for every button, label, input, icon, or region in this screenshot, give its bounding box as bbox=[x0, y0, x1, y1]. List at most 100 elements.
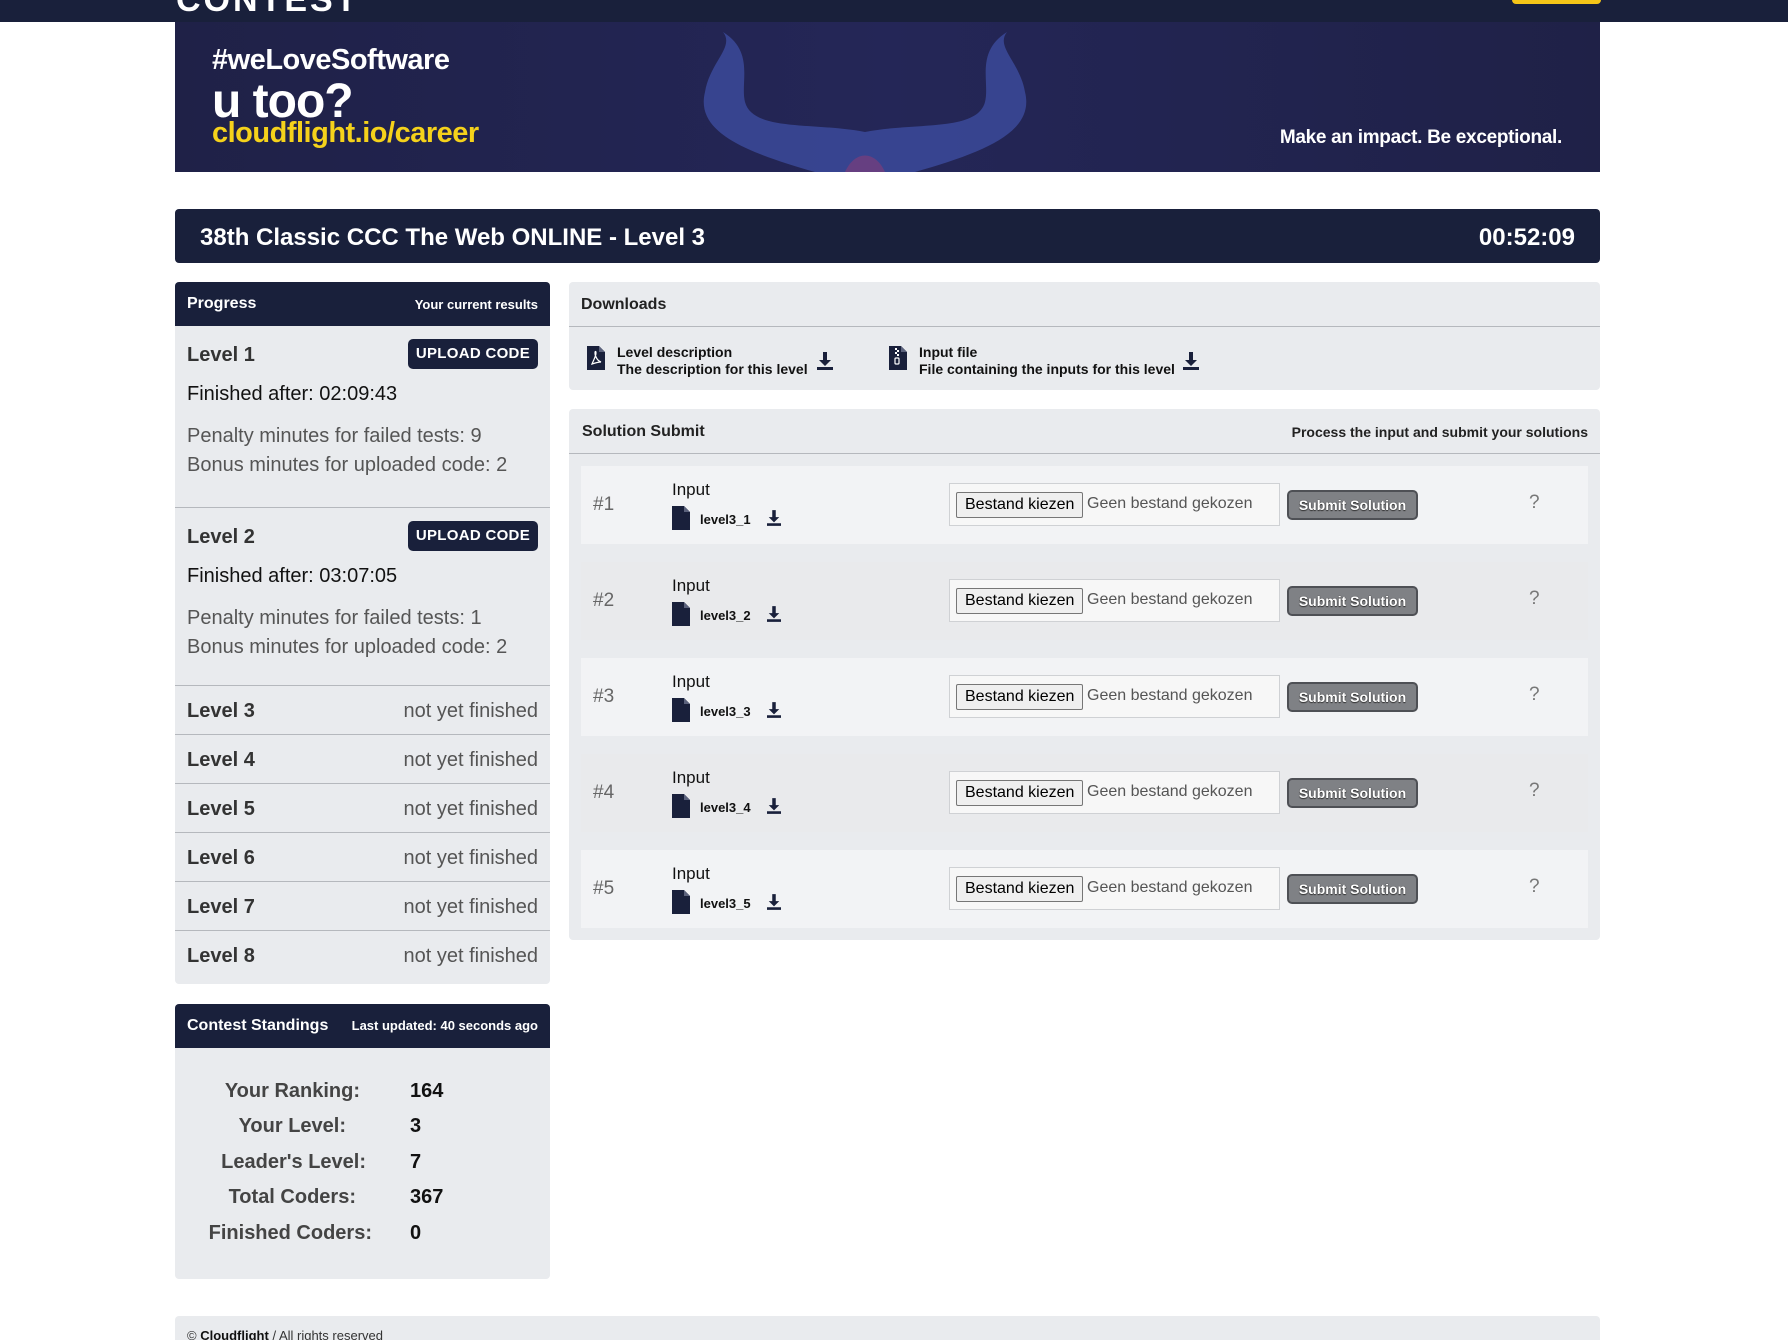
download-icon[interactable] bbox=[767, 894, 781, 915]
downloads-panel: Downloads Level description The descript… bbox=[569, 282, 1600, 390]
download-subtitle: File containing the inputs for this leve… bbox=[919, 361, 1175, 377]
download-subtitle: The description for this level bbox=[617, 361, 808, 377]
penalty-minutes: Penalty minutes for failed tests: 1 bbox=[187, 607, 482, 629]
file-icon bbox=[672, 698, 690, 727]
download-icon[interactable] bbox=[817, 352, 833, 370]
input-file-link[interactable]: level3_2 bbox=[700, 608, 751, 623]
download-title: Level description bbox=[617, 344, 733, 360]
file-icon bbox=[672, 794, 690, 823]
submission-row: #5 Input level3_5 Bestand kiezen Geen bestan… bbox=[581, 850, 1588, 928]
footer-text: © Cloudflight / All rights reserved bbox=[187, 1328, 383, 1340]
standings-value: 7 bbox=[410, 1151, 422, 1173]
navbar-yellow-button[interactable] bbox=[1512, 0, 1601, 4]
level-name: Level 2 bbox=[187, 526, 255, 548]
submit-solution-button[interactable]: Submit Solution bbox=[1287, 778, 1418, 808]
download-icon[interactable] bbox=[1183, 352, 1199, 370]
download-icon[interactable] bbox=[767, 702, 781, 723]
standings-row-total: Total Coders: 367 bbox=[175, 1186, 550, 1216]
input-file-download[interactable]: Input file File containing the inputs fo… bbox=[889, 344, 1209, 378]
no-file-chosen-text: Geen bestand gekozen bbox=[1087, 687, 1253, 704]
help-icon[interactable]: ? bbox=[1529, 780, 1540, 802]
level-name: Level 8 bbox=[187, 945, 255, 967]
finished-time: Finished after: 02:09:43 bbox=[187, 383, 398, 405]
file-upload-field: Bestand kiezen Geen bestand gekozen bbox=[949, 483, 1280, 526]
download-icon[interactable] bbox=[767, 510, 781, 531]
upload-code-button[interactable]: UPLOAD CODE bbox=[407, 521, 538, 551]
choose-file-button[interactable]: Bestand kiezen bbox=[956, 780, 1084, 806]
submission-row: #2 Input level3_2 Bestand kiezen Geen bestan… bbox=[581, 562, 1588, 640]
submission-row: #1 Input level3_1 Bestand kiezen Geen bestan… bbox=[581, 466, 1588, 544]
standings-label: Leader's Level: bbox=[221, 1151, 366, 1173]
level-item-2: Level 2 UPLOAD CODE Finished after: 03:0… bbox=[175, 508, 550, 686]
bonus-minutes: Bonus minutes for uploaded code: 2 bbox=[187, 636, 508, 658]
banner-hashtag: #weLoveSoftware bbox=[212, 44, 450, 76]
standings-row-finished: Finished Coders: 0 bbox=[175, 1222, 550, 1252]
level-name: Level 5 bbox=[187, 798, 255, 820]
company-link[interactable]: Cloudflight bbox=[200, 1328, 269, 1340]
choose-file-button[interactable]: Bestand kiezen bbox=[956, 684, 1084, 710]
standings-header: Contest Standings Last updated: 40 secon… bbox=[175, 1004, 550, 1048]
download-icon[interactable] bbox=[767, 798, 781, 819]
level-status: not yet finished bbox=[403, 847, 538, 869]
level-item-4: Level 4 not yet finished bbox=[175, 735, 550, 784]
progress-header: Progress Your current results bbox=[175, 282, 550, 326]
input-file-link[interactable]: level3_1 bbox=[700, 512, 751, 527]
level-item-5: Level 5 not yet finished bbox=[175, 784, 550, 833]
level-item-3: Level 3 not yet finished bbox=[175, 686, 550, 735]
submission-number: #4 bbox=[593, 782, 615, 803]
file-upload-field: Bestand kiezen Geen bestand gekozen bbox=[949, 771, 1280, 814]
level-name: Level 1 bbox=[187, 344, 255, 366]
career-banner[interactable]: #weLoveSoftware u too? cloudflight.io/ca… bbox=[175, 22, 1600, 172]
level-description-download[interactable]: Level description The description for th… bbox=[587, 344, 833, 378]
download-icon[interactable] bbox=[767, 606, 781, 627]
input-file-link[interactable]: level3_4 bbox=[700, 800, 751, 815]
no-file-chosen-text: Geen bestand gekozen bbox=[1087, 495, 1253, 512]
submission-number: #1 bbox=[593, 494, 615, 515]
page-title: 38th Classic CCC The Web ONLINE - Level … bbox=[200, 224, 706, 251]
downloads-heading: Downloads bbox=[581, 296, 667, 313]
standings-value: 367 bbox=[410, 1186, 444, 1208]
choose-file-button[interactable]: Bestand kiezen bbox=[956, 492, 1084, 518]
submit-solution-button[interactable]: Submit Solution bbox=[1287, 682, 1418, 712]
standings-heading: Contest Standings bbox=[187, 1017, 329, 1034]
submit-solution-button[interactable]: Submit Solution bbox=[1287, 874, 1418, 904]
bull-horns-graphic bbox=[703, 32, 1027, 172]
choose-file-button[interactable]: Bestand kiezen bbox=[956, 588, 1084, 614]
standings-label: Your Level: bbox=[238, 1115, 346, 1137]
file-icon bbox=[672, 890, 690, 919]
choose-file-button[interactable]: Bestand kiezen bbox=[956, 876, 1084, 902]
standings-value: 0 bbox=[410, 1222, 422, 1244]
help-icon[interactable]: ? bbox=[1529, 684, 1540, 706]
input-label: Input bbox=[672, 480, 710, 499]
submission-row: #3 Input level3_3 Bestand kiezen Geen bestan… bbox=[581, 658, 1588, 736]
submission-row: #4 Input level3_4 Bestand kiezen Geen bestan… bbox=[581, 754, 1588, 832]
level-item-1: Level 1 UPLOAD CODE Finished after: 02:0… bbox=[175, 326, 550, 508]
standings-value: 3 bbox=[410, 1115, 422, 1137]
level-name: Level 6 bbox=[187, 847, 255, 869]
help-icon[interactable]: ? bbox=[1529, 876, 1540, 898]
submission-number: #5 bbox=[593, 878, 615, 899]
level-name: Level 3 bbox=[187, 700, 255, 722]
help-icon[interactable]: ? bbox=[1529, 588, 1540, 610]
submit-solution-button[interactable]: Submit Solution bbox=[1287, 490, 1418, 520]
level-name: Level 4 bbox=[187, 749, 255, 771]
input-file-link[interactable]: level3_3 bbox=[700, 704, 751, 719]
submission-number: #3 bbox=[593, 686, 615, 707]
level-item-6: Level 6 not yet finished bbox=[175, 833, 550, 882]
input-file-link[interactable]: level3_5 bbox=[700, 896, 751, 911]
contest-logo[interactable]: CONTEST bbox=[176, 0, 359, 20]
zip-file-icon bbox=[889, 346, 907, 370]
input-label: Input bbox=[672, 576, 710, 595]
standings-value: 164 bbox=[410, 1080, 444, 1102]
level-item-7: Level 7 not yet finished bbox=[175, 882, 550, 931]
no-file-chosen-text: Geen bestand gekozen bbox=[1087, 879, 1253, 896]
upload-code-button[interactable]: UPLOAD CODE bbox=[407, 339, 538, 369]
help-icon[interactable]: ? bbox=[1529, 492, 1540, 514]
standings-row-level: Your Level: 3 bbox=[175, 1115, 550, 1145]
level-status: not yet finished bbox=[403, 896, 538, 918]
bonus-minutes: Bonus minutes for uploaded code: 2 bbox=[187, 454, 508, 476]
progress-subheading: Your current results bbox=[414, 297, 538, 312]
solution-header: Solution Submit Process the input and su… bbox=[569, 409, 1600, 454]
file-upload-field: Bestand kiezen Geen bestand gekozen bbox=[949, 675, 1280, 718]
submit-solution-button[interactable]: Submit Solution bbox=[1287, 586, 1418, 616]
